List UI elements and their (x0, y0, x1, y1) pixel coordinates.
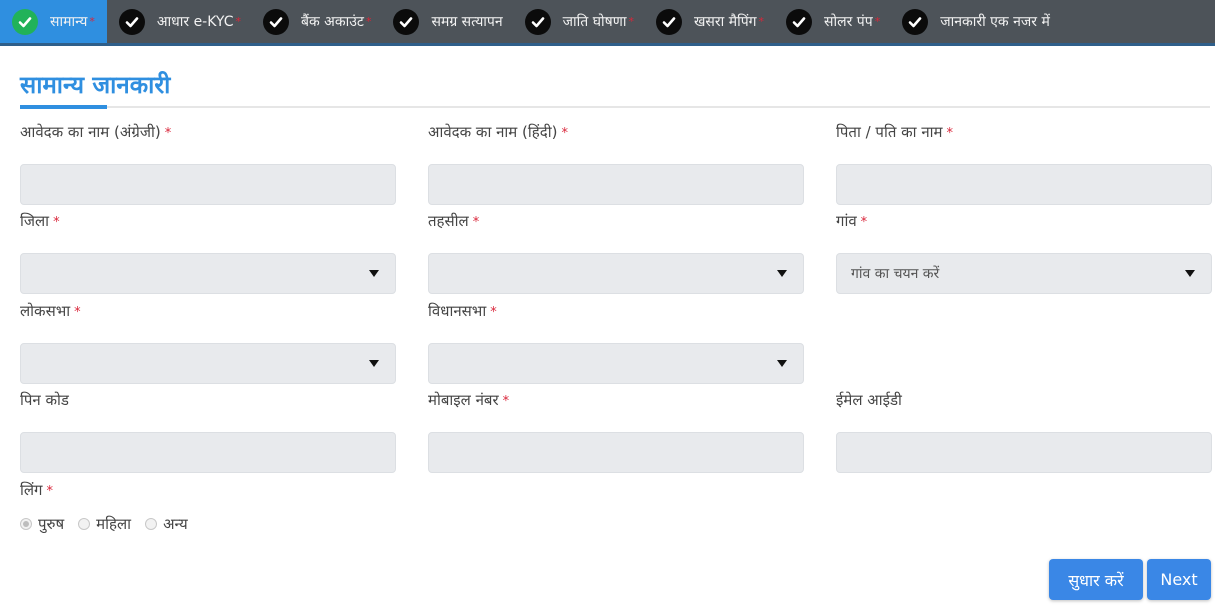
check-circle-icon (393, 8, 420, 35)
field-name-hindi: आवेदक का नाम (हिंदी) * (428, 122, 804, 205)
field-email: ईमेल आईडी (836, 390, 1212, 473)
field-label: गांव (836, 212, 857, 230)
field-label: लोकसभा (20, 302, 71, 320)
field-label: तहसील (428, 212, 469, 230)
mobile-input[interactable] (428, 432, 804, 473)
name-english-input[interactable] (20, 164, 396, 205)
title-accent-bar (20, 105, 107, 109)
radio-label: अन्य (163, 515, 188, 533)
step-summary[interactable]: जानकारी एक नजर में (890, 0, 1060, 43)
gender-radio-other[interactable]: अन्य (145, 514, 188, 534)
field-vidhansabha: विधानसभा * (428, 301, 804, 384)
required-marker: * (502, 394, 510, 409)
step-aadhaar-ekyc[interactable]: आधार e-KYC * (107, 0, 251, 43)
step-label: खसरा मैपिंग (693, 14, 757, 30)
gender-radio-female[interactable]: महिला (78, 514, 131, 534)
field-mobile: मोबाइल नंबर * (428, 390, 804, 473)
required-marker: * (874, 15, 881, 28)
vidhansabha-select[interactable] (428, 343, 804, 384)
field-label: लिंग (20, 481, 43, 499)
step-general[interactable]: सामान्य * (0, 0, 107, 43)
check-circle-icon (262, 8, 289, 35)
gender-group: लिंग * पुरुष महिला अन्य (20, 480, 202, 534)
tehsil-select[interactable] (428, 253, 804, 294)
step-caste-declaration[interactable]: जाति घोषणा * (513, 0, 644, 43)
gender-radio-male[interactable]: पुरुष (20, 514, 64, 534)
field-district: जिला * (20, 211, 396, 294)
dropdown-caret-icon (777, 360, 787, 367)
required-marker: * (758, 15, 765, 28)
field-village: गांव * गांव का चयन करें (836, 211, 1212, 294)
step-label: जानकारी एक नजर में (940, 14, 1050, 30)
required-marker: * (365, 15, 372, 28)
radio-label: महिला (96, 515, 132, 533)
required-marker: * (490, 305, 497, 320)
field-label: आवेदक का नाम (हिंदी) (428, 123, 558, 141)
loksabha-select[interactable] (20, 343, 396, 384)
step-samagra-verification[interactable]: समग्र सत्यापन (381, 0, 512, 43)
dropdown-caret-icon (369, 270, 379, 277)
step-label: आधार e-KYC (156, 14, 234, 30)
next-button[interactable]: Next (1147, 559, 1211, 600)
field-label: मोबाइल नंबर (428, 391, 499, 409)
check-circle-icon (655, 8, 682, 35)
step-label: सामान्य (50, 14, 88, 30)
required-marker: * (53, 215, 60, 230)
required-marker: * (946, 126, 954, 141)
field-label: जिला (20, 212, 50, 230)
required-marker: * (472, 215, 480, 230)
field-label: ईमेल आईडी (836, 391, 902, 409)
check-circle-icon (524, 8, 551, 35)
field-label: पिन कोड (20, 391, 69, 409)
title-divider (20, 106, 1210, 108)
step-label: जाति घोषणा (562, 14, 627, 30)
pincode-input[interactable] (20, 432, 396, 473)
edit-button[interactable]: सुधार करें (1049, 559, 1143, 600)
father-husband-name-input[interactable] (836, 164, 1212, 205)
field-label: विधानसभा (428, 302, 487, 320)
dropdown-caret-icon (777, 270, 787, 277)
field-label: आवेदक का नाम (अंग्रेजी) (20, 123, 161, 141)
village-select[interactable]: गांव का चयन करें (836, 253, 1212, 294)
section-title: सामान्य जानकारी (20, 71, 171, 99)
step-khasra-mapping[interactable]: खसरा मैपिंग * (644, 0, 774, 43)
check-circle-icon (118, 8, 145, 35)
required-marker: * (74, 305, 81, 320)
step-solar-pump[interactable]: सोलर पंप * (774, 0, 890, 43)
required-marker: * (235, 15, 241, 28)
check-circle-icon (786, 8, 813, 35)
dropdown-caret-icon (1185, 270, 1195, 277)
field-pincode: पिन कोड (20, 390, 396, 473)
field-name-english: आवेदक का नाम (अंग्रेजी) * (20, 122, 396, 205)
field-label: पिता / पति का नाम (836, 123, 943, 141)
field-loksabha: लोकसभा * (20, 301, 396, 384)
step-navigation: सामान्य * आधार e-KYC * बैंक अकाउंट * समग्र … (0, 0, 1215, 46)
email-input[interactable] (836, 432, 1212, 473)
required-marker: * (89, 15, 95, 28)
required-marker: * (561, 126, 568, 141)
step-label: समग्र सत्यापन (431, 14, 503, 30)
check-circle-icon (12, 8, 38, 35)
required-marker: * (164, 126, 172, 141)
radio-label: पुरुष (38, 515, 65, 533)
radio-button[interactable] (20, 518, 32, 530)
radio-button[interactable] (145, 518, 158, 530)
field-tehsil: तहसील * (428, 211, 804, 294)
required-marker: * (46, 484, 54, 499)
step-label: बैंक अकाउंट (300, 14, 364, 30)
radio-button[interactable] (78, 518, 91, 530)
required-marker: * (628, 15, 634, 28)
step-label: सोलर पंप (824, 14, 873, 30)
required-marker: * (860, 215, 868, 230)
selected-value: गांव का चयन करें (851, 266, 940, 282)
step-bank-account[interactable]: बैंक अकाउंट * (251, 0, 382, 43)
check-circle-icon (902, 8, 929, 35)
name-hindi-input[interactable] (428, 164, 804, 205)
dropdown-caret-icon (369, 360, 379, 367)
district-select[interactable] (20, 253, 396, 294)
field-father-husband-name: पिता / पति का नाम * (836, 122, 1212, 205)
